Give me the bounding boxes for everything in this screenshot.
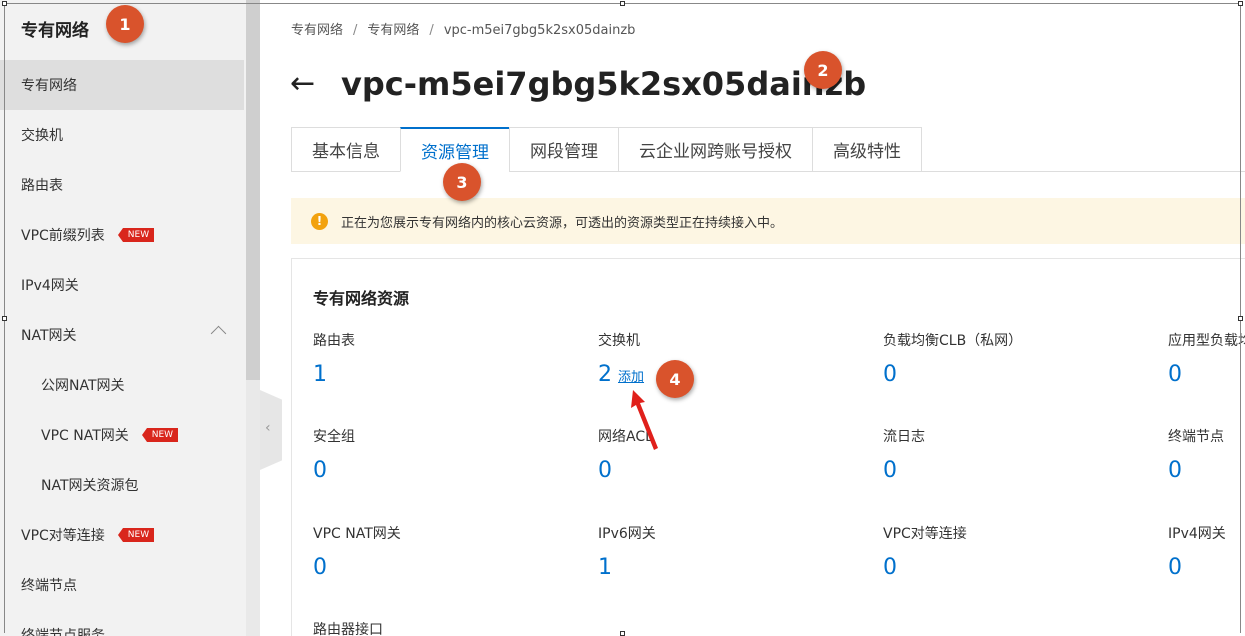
annotation-marker-1: 1 [106, 5, 144, 43]
new-badge: NEW [117, 228, 155, 242]
resource-ipv4-gateway: IPv4网关 0 [1168, 526, 1226, 581]
notice-text: 正在为您展示专有网络内的核心云资源，可透出的资源类型正在持续接入中。 [341, 215, 784, 231]
sidebar-item-route-table[interactable]: 路由表 [0, 160, 244, 210]
sidebar-title: 专有网络 [21, 21, 89, 41]
sidebar: 专有网络 专有网络 交换机 路由表 VPC前缀列表 NEW IPv4网关 NAT… [0, 0, 260, 636]
sidebar-scrollbar[interactable] [246, 0, 260, 636]
resize-handle[interactable] [620, 631, 625, 636]
resource-count[interactable]: 0 [883, 362, 1022, 388]
chevron-left-icon: ‹ [265, 420, 271, 436]
back-arrow-icon[interactable]: ← [290, 64, 315, 104]
sidebar-item-vpc-peering[interactable]: VPC对等连接 NEW [0, 510, 244, 560]
resource-count[interactable]: 0 [598, 458, 653, 484]
sidebar-item-endpoint[interactable]: 终端节点 [0, 560, 244, 610]
new-badge: NEW [117, 528, 155, 542]
resource-router-interface: 路由器接口 [313, 622, 383, 636]
sidebar-item-nat-gateway[interactable]: NAT网关 [0, 310, 244, 360]
resource-security-group: 安全组 0 [313, 429, 355, 484]
chevron-up-icon[interactable] [210, 325, 227, 342]
tab-advanced-features[interactable]: 高级特性 [812, 127, 922, 172]
sidebar-collapse-button[interactable]: ‹ [260, 390, 282, 470]
tab-cen-authorization[interactable]: 云企业网跨账号授权 [618, 127, 812, 172]
info-notice: ! 正在为您展示专有网络内的核心云资源，可透出的资源类型正在持续接入中。 [291, 198, 1245, 244]
resource-count[interactable]: 2 [598, 362, 612, 387]
resize-handle[interactable] [1238, 1, 1243, 6]
sidebar-item-vpc[interactable]: 专有网络 [0, 60, 244, 110]
resource-count[interactable]: 0 [1168, 555, 1226, 581]
resource-flow-log: 流日志 0 [883, 429, 925, 484]
annotation-marker-2: 2 [804, 51, 842, 89]
resource-ipv6-gateway: IPv6网关 1 [598, 526, 656, 581]
resource-clb: 负载均衡CLB（私网） 0 [883, 333, 1023, 388]
resource-route-table: 路由表 1 [313, 333, 355, 388]
sidebar-item-nat-package[interactable]: NAT网关资源包 [0, 460, 244, 510]
resource-count[interactable]: 1 [598, 555, 656, 581]
resource-count[interactable]: 0 [313, 458, 355, 484]
sidebar-item-public-nat[interactable]: 公网NAT网关 [0, 360, 244, 410]
sidebar-item-prefix-list[interactable]: VPC前缀列表 NEW [0, 210, 244, 260]
warning-icon: ! [311, 212, 328, 230]
breadcrumb-current: vpc-m5ei7gbg5k2sx05dainzb [443, 23, 636, 38]
breadcrumb-item[interactable]: 专有网络 [367, 23, 419, 38]
resize-handle[interactable] [620, 1, 625, 6]
card-title: 专有网络资源 [313, 289, 410, 308]
red-arrow-icon [631, 390, 658, 450]
tab-bar: 基本信息 资源管理 网段管理 云企业网跨账号授权 高级特性 [291, 127, 922, 172]
sidebar-item-endpoint-service[interactable]: 终端节点服务 [0, 610, 244, 636]
page-title: vpc-m5ei7gbg5k2sx05dainzb [341, 65, 867, 103]
resource-count[interactable]: 0 [1168, 458, 1224, 484]
breadcrumb-separator: / [429, 23, 434, 38]
resource-endpoint: 终端节点 0 [1168, 429, 1224, 484]
resource-vpc-peering: VPC对等连接 0 [883, 526, 967, 581]
resource-count[interactable]: 0 [1168, 362, 1245, 388]
resource-vswitch: 交换机 2 添加 [598, 333, 645, 387]
resource-count[interactable]: 0 [883, 555, 967, 581]
resize-handle[interactable] [2, 1, 7, 6]
resource-vpc-nat: VPC NAT网关 0 [313, 526, 401, 581]
breadcrumb: 专有网络 / 专有网络 / vpc-m5ei7gbg5k2sx05dainzb [291, 19, 635, 38]
breadcrumb-separator: / [353, 23, 358, 38]
annotation-marker-3: 3 [443, 163, 481, 201]
sidebar-item-vpc-nat[interactable]: VPC NAT网关 NEW [0, 410, 244, 460]
new-badge: NEW [141, 428, 179, 442]
tab-basic-info[interactable]: 基本信息 [291, 127, 400, 172]
screenshot-frame: 专有网络 专有网络 交换机 路由表 VPC前缀列表 NEW IPv4网关 NAT… [0, 0, 1245, 636]
scrollbar-thumb[interactable] [246, 0, 260, 380]
add-vswitch-link[interactable]: 添加 [618, 370, 644, 385]
breadcrumb-item[interactable]: 专有网络 [291, 23, 343, 38]
sidebar-item-ipv4-gateway[interactable]: IPv4网关 [0, 260, 244, 310]
resource-count[interactable]: 0 [883, 458, 925, 484]
resource-count[interactable]: 0 [313, 555, 401, 581]
resize-handle[interactable] [2, 316, 7, 321]
sidebar-item-vswitch[interactable]: 交换机 [0, 110, 244, 160]
resource-count[interactable]: 1 [313, 362, 355, 388]
resize-handle[interactable] [1238, 316, 1243, 321]
resource-alb: 应用型负载均衡 0 [1168, 330, 1245, 388]
tab-cidr-management[interactable]: 网段管理 [509, 127, 618, 172]
resource-card: 专有网络资源 路由表 1 交换机 2 添加 负载均衡CLB（私网） 0 应用型负载… [291, 258, 1245, 636]
